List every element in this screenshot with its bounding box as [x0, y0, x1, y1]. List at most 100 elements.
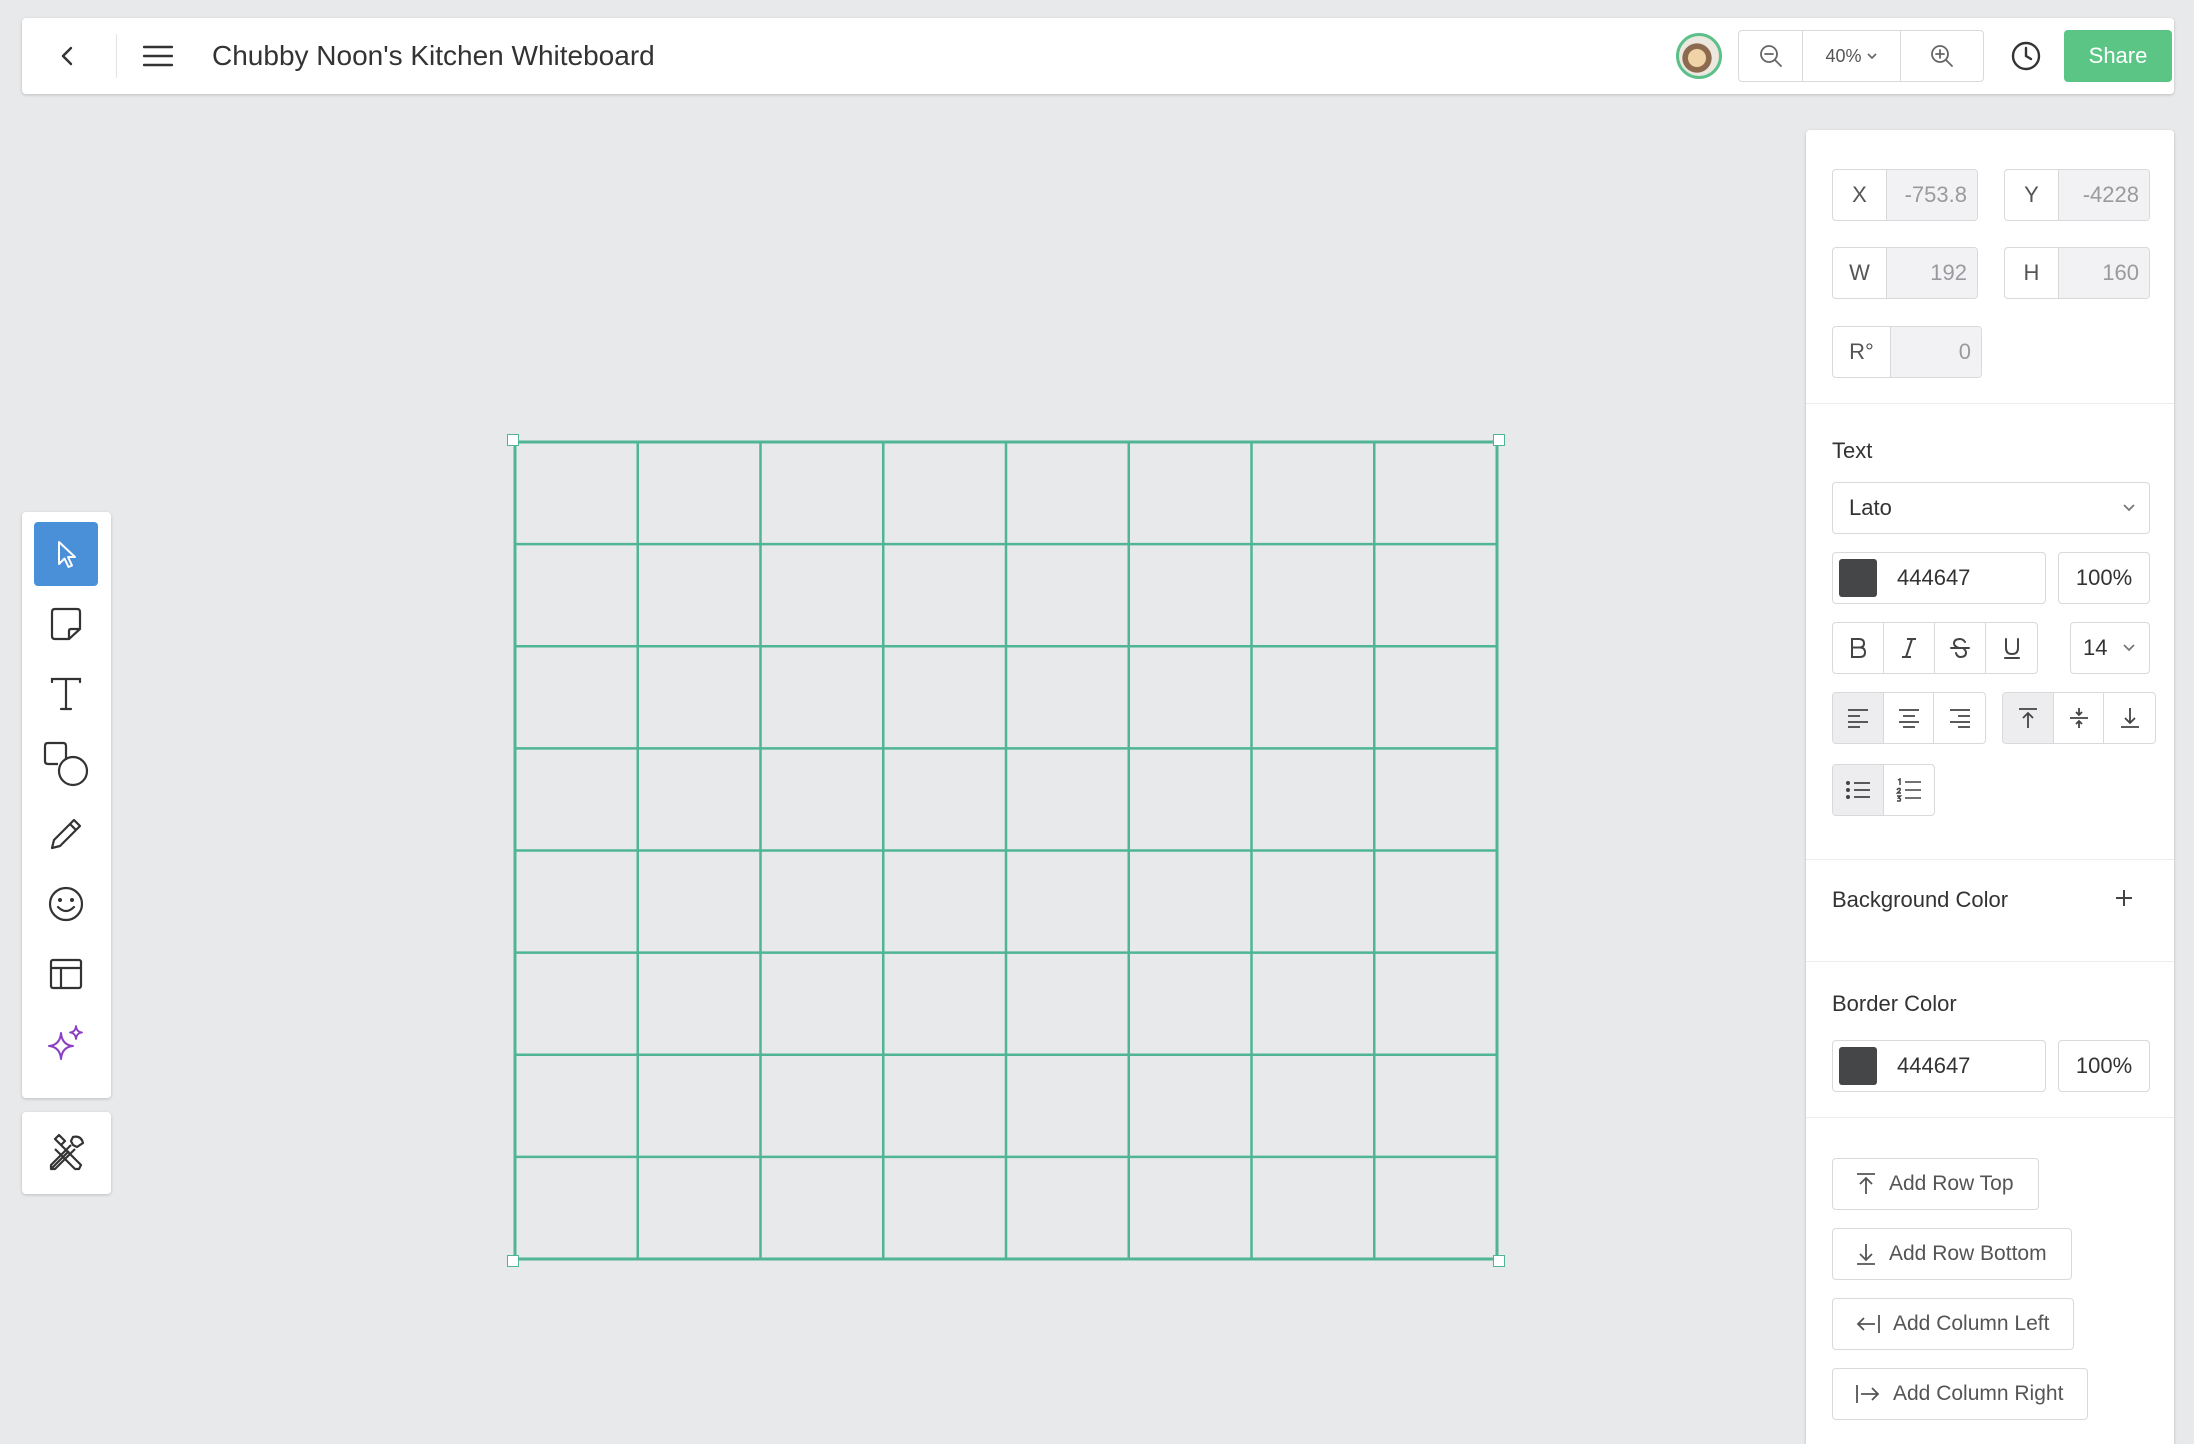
horizontal-align-group [1832, 692, 1986, 744]
add-row-top-button[interactable]: Add Row Top [1832, 1158, 2039, 1210]
resize-handle-bottom-right[interactable] [1493, 1255, 1505, 1267]
bullet-list-button[interactable] [1833, 765, 1884, 815]
arrow-down-icon [1857, 1244, 1875, 1265]
history-button[interactable] [2002, 32, 2050, 80]
border-color-field[interactable]: 444647 [1832, 1040, 2046, 1092]
layout-icon [49, 958, 83, 990]
align-right-button[interactable] [1934, 693, 1985, 743]
underline-icon [2003, 638, 2020, 659]
zoom-control: 40% [1738, 30, 1984, 82]
pen-tool[interactable] [34, 802, 98, 866]
bold-icon [1851, 638, 1867, 658]
align-bottom-icon [2120, 708, 2139, 728]
font-size-select[interactable]: 14 [2070, 622, 2150, 674]
border-color-hex[interactable]: 444647 [1897, 1053, 1970, 1079]
strikethrough-button[interactable] [1935, 623, 1986, 673]
y-field[interactable]: Y -4228 [2004, 169, 2150, 221]
resize-handle-top-left[interactable] [507, 434, 519, 446]
chevron-down-icon [2123, 644, 2135, 652]
add-row-bottom-button[interactable]: Add Row Bottom [1832, 1228, 2072, 1280]
back-button[interactable] [44, 32, 92, 80]
h-value[interactable]: 160 [2059, 248, 2149, 298]
border-color-heading: Border Color [1832, 991, 1957, 1016]
text-color-hex[interactable]: 444647 [1897, 565, 1970, 591]
chevron-down-icon [1866, 53, 1877, 60]
sticky-note-icon [50, 607, 82, 641]
font-size-value: 14 [2083, 635, 2108, 660]
ai-tool[interactable] [34, 1012, 98, 1076]
font-family-select[interactable]: Lato [1832, 482, 2150, 534]
properties-panel: X -753.8 Y -4228 W 192 H 160 R° 0 Text L… [1806, 130, 2174, 1444]
zoom-out-button[interactable] [1739, 31, 1803, 81]
chevron-left-icon [61, 46, 73, 66]
align-top-button[interactable] [2003, 693, 2054, 743]
add-background-color-button[interactable] [2106, 880, 2142, 916]
hamburger-menu-icon [143, 45, 173, 67]
y-value[interactable]: -4228 [2059, 170, 2149, 220]
emoji-tool[interactable] [34, 872, 98, 936]
rotation-value[interactable]: 0 [1891, 327, 1981, 377]
add-column-right-button[interactable]: Add Column Right [1832, 1368, 2089, 1420]
border-opacity-field[interactable]: 100% [2058, 1040, 2150, 1092]
bold-button[interactable] [1833, 623, 1884, 673]
table-grid[interactable] [513, 440, 1499, 1261]
user-avatar[interactable] [1676, 33, 1722, 79]
align-center-button[interactable] [1884, 693, 1935, 743]
board-title[interactable]: Chubby Noon's Kitchen Whiteboard [212, 38, 655, 74]
template-tool[interactable] [34, 942, 98, 1006]
menu-button[interactable] [134, 32, 182, 80]
border-color-swatch[interactable] [1839, 1047, 1877, 1085]
divider [1806, 403, 2174, 404]
text-tool[interactable] [34, 662, 98, 726]
align-bottom-button[interactable] [2104, 693, 2155, 743]
italic-button[interactable] [1884, 623, 1935, 673]
rotation-label: R° [1833, 327, 1891, 377]
text-color-swatch[interactable] [1839, 559, 1877, 597]
arrow-up-icon [1857, 1173, 1875, 1194]
bullet-list-icon [1845, 781, 1870, 799]
w-value[interactable]: 192 [1887, 248, 1977, 298]
add-column-left-button[interactable]: Add Column Left [1832, 1298, 2075, 1350]
share-button[interactable]: Share [2064, 30, 2172, 82]
sticky-note-tool[interactable] [34, 592, 98, 656]
add-column-right-label: Add Column Right [1893, 1382, 2064, 1405]
italic-icon [1902, 638, 1916, 658]
numbered-list-button[interactable] [1884, 765, 1935, 815]
resize-handle-bottom-left[interactable] [507, 1255, 519, 1267]
clock-icon [2011, 41, 2041, 71]
height-field[interactable]: H 160 [2004, 247, 2150, 299]
text-opacity-field[interactable]: 100% [2058, 552, 2150, 604]
align-left-button[interactable] [1833, 693, 1884, 743]
add-row-bottom-label: Add Row Bottom [1889, 1242, 2047, 1265]
zoom-level-dropdown[interactable]: 40% [1803, 31, 1901, 81]
y-label: Y [2005, 170, 2059, 220]
divider [116, 34, 117, 78]
chevron-down-icon [2123, 504, 2135, 512]
tools-button[interactable] [22, 1112, 111, 1194]
h-label: H [2005, 248, 2059, 298]
x-field[interactable]: X -753.8 [1832, 169, 1978, 221]
plus-icon [2116, 890, 2132, 906]
background-color-heading: Background Color [1832, 887, 2009, 912]
align-center-icon [1898, 709, 1919, 728]
width-field[interactable]: W 192 [1832, 247, 1978, 299]
pointer-icon [58, 541, 76, 568]
smiley-icon [48, 886, 84, 922]
text-section-heading: Text [1832, 438, 1873, 463]
tool-palette [22, 512, 111, 1098]
shapes-tool[interactable] [34, 732, 98, 796]
align-middle-button[interactable] [2054, 693, 2105, 743]
select-tool[interactable] [34, 522, 98, 586]
resize-handle-top-right[interactable] [1493, 434, 1505, 446]
top-bar: Chubby Noon's Kitchen Whiteboard 40% Sha… [22, 18, 2174, 94]
underline-button[interactable] [1986, 623, 2037, 673]
text-color-field[interactable]: 444647 [1832, 552, 2046, 604]
add-column-left-label: Add Column Left [1893, 1312, 2050, 1335]
align-top-icon [2018, 708, 2037, 728]
text-icon [50, 677, 82, 711]
x-value[interactable]: -753.8 [1887, 170, 1977, 220]
rotation-field[interactable]: R° 0 [1832, 326, 1982, 378]
zoom-in-button[interactable] [1901, 31, 1983, 81]
table-element[interactable] [507, 434, 1505, 1267]
w-label: W [1833, 248, 1887, 298]
